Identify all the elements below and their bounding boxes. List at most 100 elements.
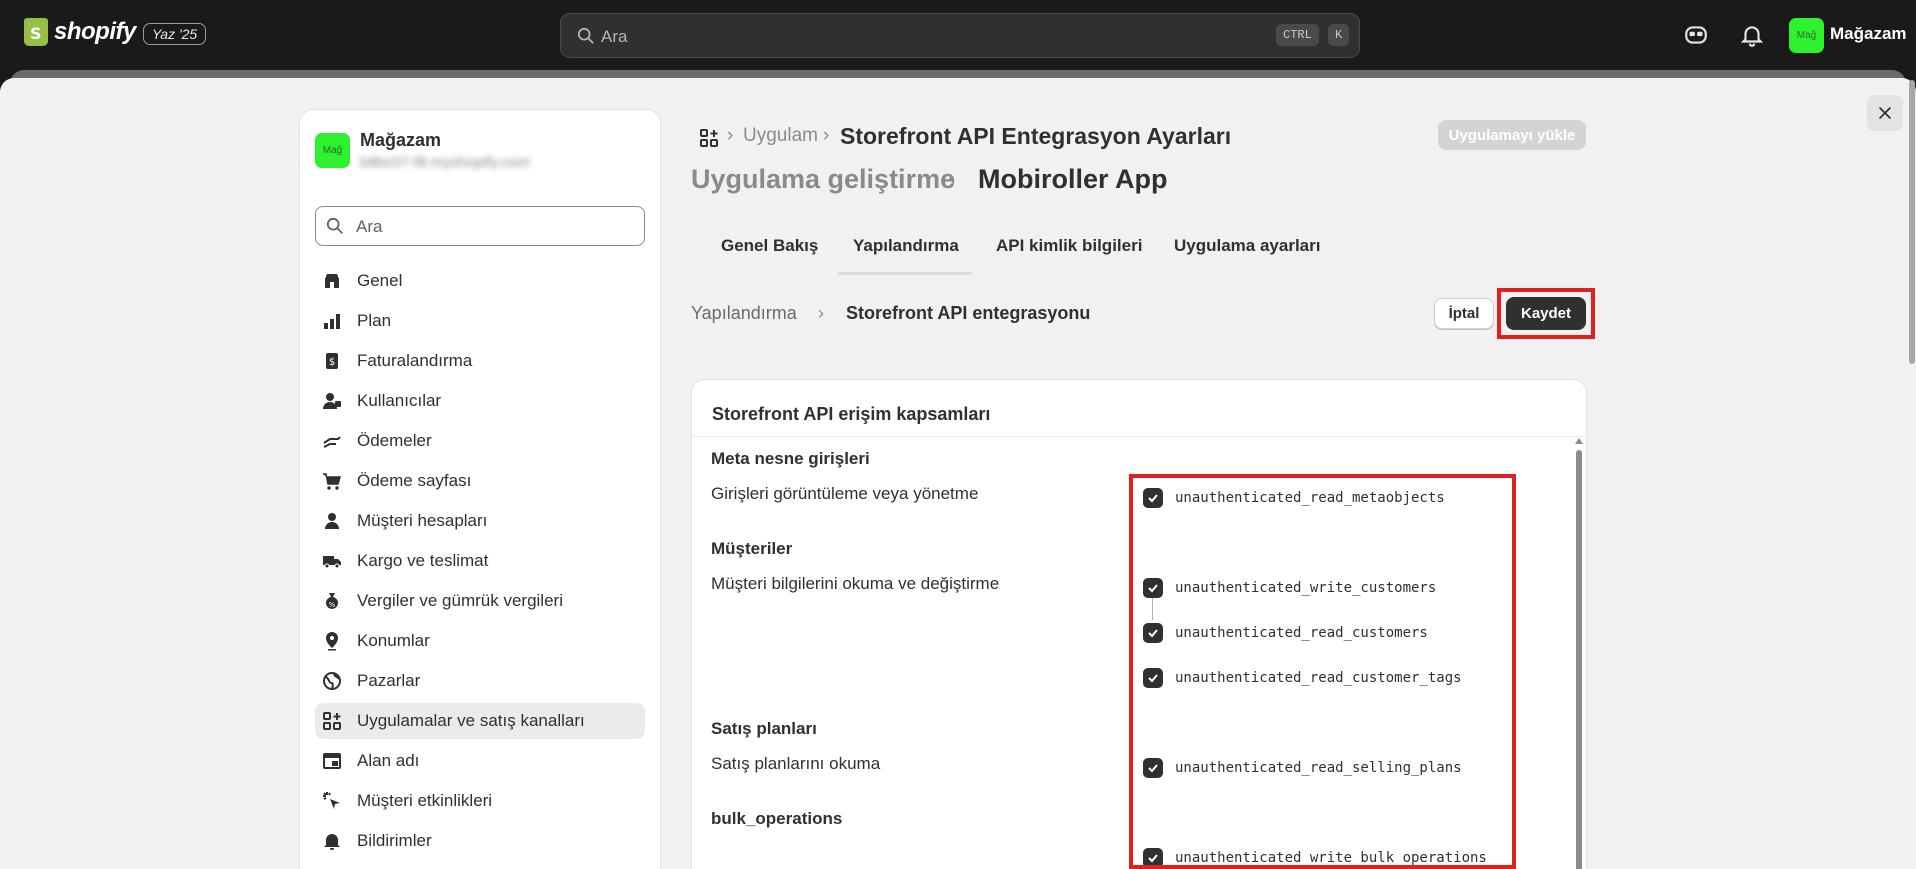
- sidebar-item-general[interactable]: Genel: [315, 263, 645, 299]
- globe-icon: [323, 672, 341, 690]
- sidebar-item-taxes[interactable]: % Vergiler ve gümrük vergileri: [315, 583, 645, 619]
- section-heading: Satış planları: [711, 719, 817, 738]
- subcrumb-separator: ›: [818, 303, 824, 323]
- cursor-icon: [323, 792, 340, 809]
- settings-search-input[interactable]: Ara: [315, 206, 645, 246]
- section-heading: Meta nesne girişleri: [711, 449, 870, 468]
- sidebar-item-label: Plan: [357, 311, 392, 330]
- card-scroll-up-icon[interactable]: [1575, 438, 1583, 444]
- users-icon: [323, 393, 341, 409]
- close-button[interactable]: [1867, 95, 1903, 131]
- sidebar-item-label: Vergiler ve gümrük vergileri: [357, 591, 563, 610]
- sidebar-item-apps[interactable]: Uygulamalar ve satış kanalları: [315, 703, 645, 739]
- tab-overview[interactable]: Genel Bakış: [721, 236, 818, 256]
- sidebar-item-label: Bildirimler: [357, 831, 432, 850]
- tab-configuration[interactable]: Yapılandırma: [853, 236, 959, 256]
- section-heading: bulk_operations: [711, 809, 843, 828]
- section-description: Girişleri görüntüleme veya yönetme: [711, 484, 979, 503]
- page-title: Mobiroller App: [978, 164, 1168, 194]
- bell-icon[interactable]: [1739, 22, 1765, 48]
- store-menu[interactable]: Mağazam: [1830, 24, 1907, 44]
- page-scrollbar-thumb[interactable]: [1909, 80, 1915, 364]
- sidebar-item-label: Müşteri hesapları: [357, 511, 488, 530]
- store-icon: [325, 274, 339, 288]
- breadcrumb-apps[interactable]: Uygulam: [743, 125, 818, 147]
- cart-icon: [323, 473, 341, 490]
- card-scrollbar-thumb[interactable]: [1576, 450, 1582, 869]
- shopify-logo[interactable]: shopify: [24, 18, 136, 46]
- apps-icon: [700, 129, 718, 147]
- sidebar-item-markets[interactable]: Pazarlar: [315, 663, 645, 699]
- sidebar-item-label: Konumlar: [357, 631, 430, 650]
- bell-icon: [324, 834, 340, 850]
- sidebar-item-billing[interactable]: $ Faturalandırma: [315, 343, 645, 379]
- page-scrollbar[interactable]: [1908, 80, 1916, 869]
- card-title: Storefront API erişim kapsamları: [712, 404, 991, 424]
- sidekick-icon[interactable]: [1683, 22, 1709, 48]
- sidebar-item-users[interactable]: Kullanıcılar: [315, 383, 645, 419]
- cancel-button[interactable]: İptal: [1434, 298, 1494, 329]
- breadcrumb-separator: ›: [823, 125, 830, 146]
- highlight-save-box: [1497, 288, 1595, 339]
- sidebar-item-label: Müşteri etkinlikleri: [357, 791, 493, 810]
- tab-app-settings[interactable]: Uygulama ayarları: [1174, 236, 1320, 256]
- sidebar-item-label: Ödemeler: [357, 431, 432, 450]
- subcrumb-current: Storefront API entegrasyonu: [846, 303, 1091, 323]
- sidebar-item-label: Kargo ve teslimat: [357, 551, 489, 570]
- settings-nav: Genel Plan $ Faturalandırma Kullanıcılar…: [315, 263, 645, 863]
- sidebar-item-label: Kullanıcılar: [357, 391, 442, 410]
- global-search-input[interactable]: Ara CTRL K: [560, 13, 1360, 58]
- truck-icon: [323, 556, 341, 569]
- sidebar-item-label: Pazarlar: [357, 671, 421, 690]
- search-placeholder: Ara: [601, 27, 628, 46]
- sidebar-item-label: Ödeme sayfası: [357, 471, 472, 490]
- sidebar-item-label: Alan adı: [357, 751, 420, 770]
- section-heading: Müşteriler: [711, 539, 793, 558]
- svg-text:$: $: [329, 357, 335, 368]
- settings-sidebar: Mağ Mağazam b8bc07-f8.myshopify.com Ara …: [299, 109, 661, 869]
- sidebar-item-payments[interactable]: Ödemeler: [315, 423, 645, 459]
- sidebar-item-label: Genel: [357, 271, 403, 290]
- apps-icon: [323, 712, 341, 730]
- top-bar: shopify Yaz '25 Ara CTRL K Mağ Mağazam: [0, 0, 1916, 70]
- sidebar-item-plan[interactable]: Plan: [315, 303, 645, 339]
- page-title-parent[interactable]: Uygulama geliştirme: [691, 164, 955, 195]
- sidebar-item-notifications[interactable]: Bildirimler: [315, 823, 645, 859]
- store-domain: b8bc07-f8.myshopify.com: [360, 154, 530, 171]
- active-tab-indicator: [838, 272, 972, 275]
- billing-icon: $: [326, 353, 338, 369]
- highlight-scopes-box: [1129, 474, 1516, 869]
- kbd-k: K: [1328, 24, 1350, 46]
- avatar[interactable]: Mağ: [1789, 18, 1824, 53]
- domain-icon: [323, 753, 341, 769]
- sidebar-item-label: Faturalandırma: [357, 351, 473, 370]
- sidebar-item-domains[interactable]: Alan adı: [315, 743, 645, 779]
- sidebar-item-customer-events[interactable]: Müşteri etkinlikleri: [315, 783, 645, 819]
- edition-badge[interactable]: Yaz '25: [143, 23, 207, 45]
- shopify-bag-icon: [24, 18, 48, 46]
- tab-api-credentials[interactable]: API kimlik bilgileri: [996, 236, 1142, 256]
- settings-search-placeholder: Ara: [356, 217, 383, 236]
- subcrumb-configuration[interactable]: Yapılandırma: [691, 303, 797, 324]
- sidebar-item-shipping[interactable]: Kargo ve teslimat: [315, 543, 645, 579]
- breadcrumb-separator: ›: [727, 125, 734, 146]
- store-avatar: Mağ: [315, 133, 350, 168]
- person-icon: [325, 513, 339, 529]
- title-separator: ›: [948, 168, 956, 193]
- sidebar-item-customer-accounts[interactable]: Müşteri hesapları: [315, 503, 645, 539]
- payments-icon: [323, 436, 341, 448]
- sidebar-item-label: Uygulamalar ve satış kanalları: [357, 711, 585, 730]
- kbd-ctrl: CTRL: [1276, 24, 1319, 46]
- location-icon: [326, 632, 338, 651]
- plan-icon: [324, 314, 340, 329]
- section-description: Müşteri bilgilerini okuma ve değiştirme: [711, 574, 1000, 593]
- sidebar-item-checkout[interactable]: Ödeme sayfası: [315, 463, 645, 499]
- close-icon: [1878, 106, 1892, 120]
- search-icon: [326, 217, 343, 234]
- install-app-button[interactable]: Uygulamayı yükle: [1438, 120, 1586, 150]
- search-icon: [577, 27, 594, 44]
- sidebar-item-locations[interactable]: Konumlar: [315, 623, 645, 659]
- store-name: Mağazam: [360, 130, 442, 150]
- divider: [692, 436, 1588, 437]
- svg-text:%: %: [329, 601, 336, 609]
